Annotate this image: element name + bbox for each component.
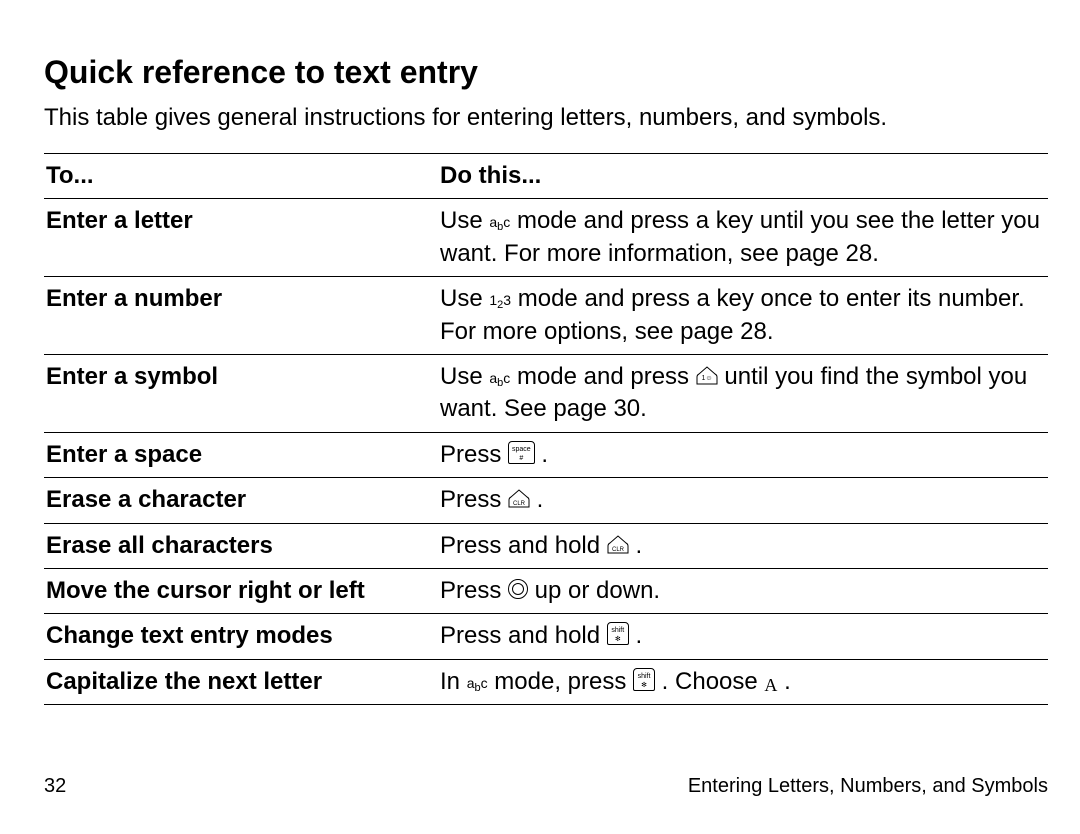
nav-key-icon	[508, 579, 528, 599]
row-value: Press and hold shift✻ .	[438, 614, 1048, 659]
page-number: 32	[44, 775, 66, 798]
abc-mode-icon: b	[467, 676, 488, 692]
row-value: Press CLR .	[438, 478, 1048, 523]
row-key: Enter a letter	[44, 199, 438, 277]
row-value: Press and hold CLR .	[438, 523, 1048, 568]
table-row: Erase all charactersPress and hold CLR .	[44, 523, 1048, 568]
reference-table-body: Enter a letterUse b mode and press a key…	[44, 199, 1048, 705]
table-row: Enter a spacePress space# .	[44, 432, 1048, 477]
row-value: Use b mode and press 1☺ until you find t…	[438, 354, 1048, 432]
row-key: Change text entry modes	[44, 614, 438, 659]
svg-text:1☺: 1☺	[701, 375, 712, 382]
table-row: Enter a symbolUse b mode and press 1☺ un…	[44, 354, 1048, 432]
manual-page: Quick reference to text entry This table…	[0, 0, 1080, 834]
key-space-icon: space#	[508, 441, 535, 464]
table-row: Enter a numberUse 2 mode and press a key…	[44, 277, 1048, 355]
row-key: Erase all characters	[44, 523, 438, 568]
page-title: Quick reference to text entry	[44, 54, 1048, 91]
clr-key-icon: CLR	[508, 488, 530, 508]
row-key: Enter a symbol	[44, 354, 438, 432]
section-footer: Entering Letters, Numbers, and Symbols	[688, 775, 1048, 798]
abc-mode-icon: b	[489, 371, 510, 387]
row-key: Capitalize the next letter	[44, 659, 438, 704]
reference-table: To... Do this... Enter a letterUse b mod…	[44, 153, 1048, 705]
intro-text: This table gives general instructions fo…	[44, 103, 1048, 133]
col-header-do: Do this...	[438, 154, 1048, 199]
row-key: Enter a space	[44, 432, 438, 477]
col-header-to: To...	[44, 154, 438, 199]
row-key: Move the cursor right or left	[44, 568, 438, 613]
one-key-icon: 1☺	[696, 365, 718, 385]
row-value: Press up or down.	[438, 568, 1048, 613]
page-footer: 32 Entering Letters, Numbers, and Symbol…	[44, 775, 1048, 798]
123-mode-icon: 2	[489, 293, 511, 309]
row-value: Use b mode and press a key until you see…	[438, 199, 1048, 277]
svg-text:CLR: CLR	[513, 501, 526, 507]
table-row: Change text entry modesPress and hold sh…	[44, 614, 1048, 659]
row-value: In b mode, press shift✻ . Choose A .	[438, 659, 1048, 704]
capital-a-icon: A	[764, 676, 777, 694]
key-mode-icon: shift✻	[607, 622, 629, 645]
table-row: Enter a letterUse b mode and press a key…	[44, 199, 1048, 277]
table-row: Erase a characterPress CLR .	[44, 478, 1048, 523]
svg-text:CLR: CLR	[612, 547, 625, 553]
key-mode-icon: shift✻	[633, 668, 655, 691]
row-value: Press space# .	[438, 432, 1048, 477]
row-key: Enter a number	[44, 277, 438, 355]
row-key: Erase a character	[44, 478, 438, 523]
table-row: Capitalize the next letterIn b mode, pre…	[44, 659, 1048, 704]
row-value: Use 2 mode and press a key once to enter…	[438, 277, 1048, 355]
table-row: Move the cursor right or leftPress up or…	[44, 568, 1048, 613]
clr-key-icon: CLR	[607, 534, 629, 554]
abc-mode-icon: b	[489, 215, 510, 231]
